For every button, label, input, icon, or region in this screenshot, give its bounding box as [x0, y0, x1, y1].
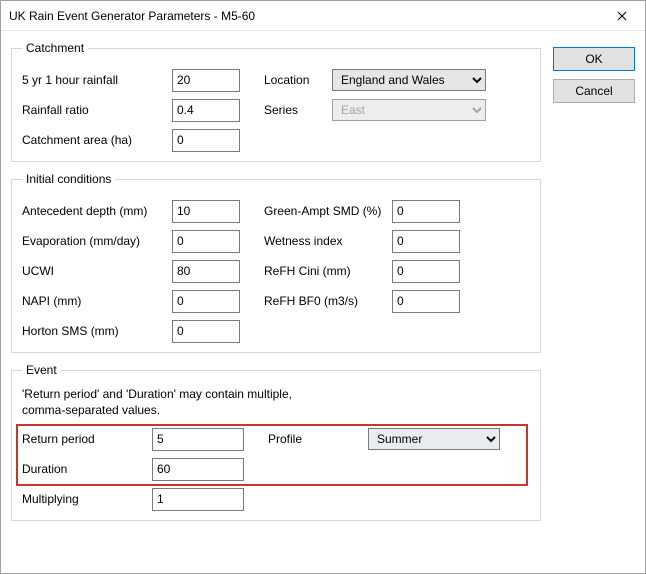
- cancel-button[interactable]: Cancel: [553, 79, 635, 103]
- initial-conditions-group: Initial conditions Antecedent depth (mm)…: [11, 172, 541, 353]
- cini-input[interactable]: [392, 260, 460, 283]
- series-select: East: [332, 99, 486, 121]
- napi-label: NAPI (mm): [22, 294, 172, 308]
- close-icon: [617, 11, 627, 21]
- ga-input[interactable]: [392, 200, 460, 223]
- dialog-buttons: OK Cancel: [553, 41, 635, 531]
- dialog-window: UK Rain Event Generator Parameters - M5-…: [0, 0, 646, 574]
- area-label: Catchment area (ha): [22, 133, 172, 147]
- rainfall-input[interactable]: [172, 69, 240, 92]
- napi-input[interactable]: [172, 290, 240, 313]
- antecedent-input[interactable]: [172, 200, 240, 223]
- profile-select[interactable]: Summer: [368, 428, 500, 450]
- ucwi-input[interactable]: [172, 260, 240, 283]
- cini-label: ReFH Cini (mm): [264, 264, 392, 278]
- event-legend: Event: [22, 363, 61, 377]
- ratio-input[interactable]: [172, 99, 240, 122]
- duration-input[interactable]: [152, 458, 244, 481]
- window-title: UK Rain Event Generator Parameters - M5-…: [9, 9, 255, 23]
- initial-legend: Initial conditions: [22, 172, 115, 186]
- wet-input[interactable]: [392, 230, 460, 253]
- return-label: Return period: [22, 432, 152, 446]
- antecedent-label: Antecedent depth (mm): [22, 204, 172, 218]
- mult-label: Multiplying: [22, 492, 152, 506]
- ok-button[interactable]: OK: [553, 47, 635, 71]
- location-select[interactable]: England and Wales: [332, 69, 486, 91]
- bf0-input[interactable]: [392, 290, 460, 313]
- event-group: Event 'Return period' and 'Duration' may…: [11, 363, 541, 521]
- titlebar: UK Rain Event Generator Parameters - M5-…: [1, 1, 645, 31]
- ga-label: Green-Ampt SMD (%): [264, 204, 392, 218]
- rainfall-label: 5 yr 1 hour rainfall: [22, 73, 172, 87]
- bf0-label: ReFH BF0 (m3/s): [264, 294, 392, 308]
- ucwi-label: UCWI: [22, 264, 172, 278]
- close-button[interactable]: [599, 1, 645, 31]
- location-label: Location: [264, 73, 332, 87]
- area-input[interactable]: [172, 129, 240, 152]
- horton-input[interactable]: [172, 320, 240, 343]
- evap-label: Evaporation (mm/day): [22, 234, 172, 248]
- mult-input[interactable]: [152, 488, 244, 511]
- horton-label: Horton SMS (mm): [22, 324, 172, 338]
- series-label: Series: [264, 103, 332, 117]
- event-hint: 'Return period' and 'Duration' may conta…: [22, 387, 302, 418]
- catchment-group: Catchment 5 yr 1 hour rainfall Rainfall …: [11, 41, 541, 162]
- ratio-label: Rainfall ratio: [22, 103, 172, 117]
- catchment-legend: Catchment: [22, 41, 88, 55]
- return-input[interactable]: [152, 428, 244, 451]
- form-area: Catchment 5 yr 1 hour rainfall Rainfall …: [11, 41, 541, 531]
- wet-label: Wetness index: [264, 234, 392, 248]
- profile-label: Profile: [268, 432, 368, 446]
- evap-input[interactable]: [172, 230, 240, 253]
- duration-label: Duration: [22, 462, 152, 476]
- client-area: Catchment 5 yr 1 hour rainfall Rainfall …: [1, 31, 645, 541]
